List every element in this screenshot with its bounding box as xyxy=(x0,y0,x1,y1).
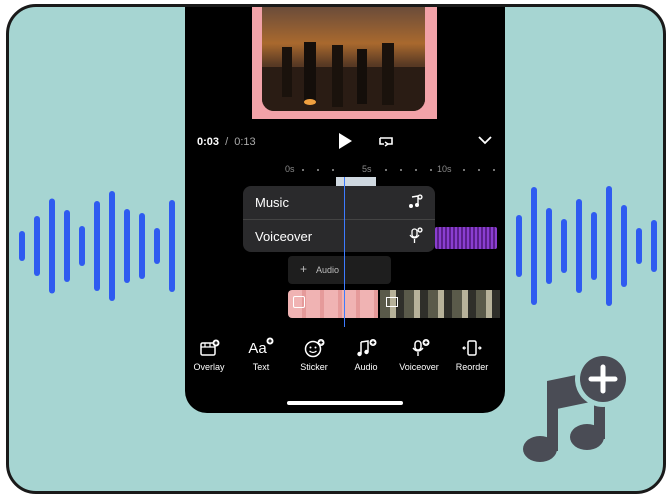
overlay-icon xyxy=(200,339,220,356)
waveform-left xyxy=(19,191,175,301)
tool-overlay[interactable]: Overlay xyxy=(185,337,235,372)
waveform-bar xyxy=(49,198,55,294)
audio-menu: Music Voiceover xyxy=(243,186,435,252)
waveform-right xyxy=(516,186,657,306)
waveform-bar xyxy=(591,212,597,280)
video-clip-beach[interactable] xyxy=(380,290,500,318)
waveform-bar xyxy=(34,216,40,276)
chevron-down-icon[interactable] xyxy=(478,135,492,145)
waveform-bar xyxy=(651,220,657,272)
tool-audio[interactable]: Audio xyxy=(340,337,392,372)
menu-item-music[interactable]: Music xyxy=(243,186,435,219)
clip-overlay-icon xyxy=(293,296,305,308)
tool-overlay-label: Overlay xyxy=(193,362,225,372)
text-icon: Aa xyxy=(235,337,287,359)
music-add-icon xyxy=(409,194,423,208)
ruler-tick-0: 0s xyxy=(285,164,295,174)
waveform-bar xyxy=(64,210,70,282)
current-time: 0:03 xyxy=(197,136,220,148)
menu-item-music-label: Music xyxy=(255,195,289,210)
video-silhouettes xyxy=(262,42,425,111)
plus-icon: + xyxy=(300,262,308,276)
waveform-bar xyxy=(154,228,160,264)
home-indicator xyxy=(287,401,403,405)
add-music-icon xyxy=(523,351,631,462)
ruler-tick-5: 5s xyxy=(362,164,372,174)
playhead[interactable] xyxy=(344,177,345,327)
background-card: 0:03 / 0:13 0s 5s 10s Music Voiceover + … xyxy=(6,4,666,494)
tool-voiceover[interactable]: Voiceover xyxy=(393,337,445,372)
waveform-bar xyxy=(169,200,175,292)
add-audio-button[interactable]: + Audio xyxy=(288,256,391,284)
menu-item-voiceover-label: Voiceover xyxy=(255,229,313,244)
tool-reorder[interactable]: Reorder xyxy=(446,337,498,372)
waveform-bar xyxy=(561,219,567,273)
audio-icon xyxy=(357,339,377,357)
menu-item-voiceover[interactable]: Voiceover xyxy=(243,220,435,253)
tool-voiceover-label: Voiceover xyxy=(399,362,439,372)
tool-sticker[interactable]: Sticker xyxy=(288,337,340,372)
tool-audio-label: Audio xyxy=(354,362,378,372)
timeline-ruler: 0s 5s 10s xyxy=(185,164,505,176)
waveform-bar xyxy=(546,208,552,284)
waveform-bar xyxy=(94,201,100,291)
ruler-tick-10: 10s xyxy=(437,164,452,174)
audio-waveform-clip[interactable] xyxy=(435,227,497,249)
playback-time: 0:03 / 0:13 xyxy=(197,136,256,148)
voiceover-icon xyxy=(412,339,430,356)
tool-sticker-label: Sticker xyxy=(300,362,328,372)
waveform-bar xyxy=(576,199,582,293)
waveform-bar xyxy=(109,191,115,301)
total-time: 0:13 xyxy=(234,136,256,148)
play-icon[interactable] xyxy=(337,132,353,150)
waveform-bar xyxy=(606,186,612,306)
video-track xyxy=(288,290,505,318)
waveform-bar xyxy=(19,231,25,261)
waveform-bar xyxy=(124,209,130,283)
loop-icon[interactable] xyxy=(377,134,395,148)
waveform-bar xyxy=(531,187,537,305)
tool-text-label: Text xyxy=(252,362,270,372)
phone-screen: 0:03 / 0:13 0s 5s 10s Music Voiceover + … xyxy=(185,7,505,413)
waveform-bar xyxy=(139,213,145,279)
waveform-bar xyxy=(621,205,627,287)
waveform-bar xyxy=(636,228,642,264)
clip-type-icon xyxy=(386,297,398,307)
video-preview-frame xyxy=(252,7,437,119)
mic-add-icon xyxy=(409,227,423,243)
video-preview[interactable] xyxy=(262,7,425,111)
waveform-bar xyxy=(79,226,85,266)
time-separator: / xyxy=(225,136,229,148)
waveform-bar xyxy=(516,215,522,277)
tool-reorder-label: Reorder xyxy=(455,362,489,372)
reorder-icon xyxy=(462,340,482,356)
tool-text[interactable]: Aa Text xyxy=(235,337,287,372)
sticker-icon xyxy=(304,339,325,358)
add-audio-label: Audio xyxy=(316,265,340,275)
